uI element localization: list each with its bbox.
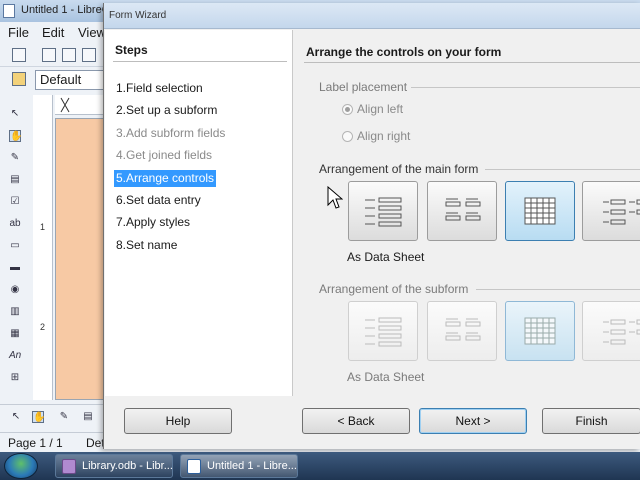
vertical-ruler: 1 2 — [33, 95, 53, 400]
list-box-icon[interactable]: ▥ — [9, 306, 21, 318]
control-wizard-icon[interactable]: ✎ — [9, 152, 21, 164]
start-button[interactable] — [4, 453, 38, 479]
back-button[interactable]: < Back — [302, 408, 410, 434]
help-button[interactable]: Help — [124, 408, 232, 434]
data-sheet-icon — [524, 317, 556, 345]
combo-box-icon[interactable]: ▦ — [9, 328, 21, 340]
paragraph-style-box[interactable]: Default — [35, 70, 105, 90]
design-mode-icon[interactable]: ✋ — [32, 411, 45, 423]
sub-layout-data-sheet-button — [505, 301, 575, 361]
ruler-number-1: 1 — [40, 222, 46, 232]
step-set-name[interactable]: 8.Set name — [114, 237, 179, 254]
sub-layout-columnar-labels-top-button — [427, 301, 497, 361]
sub-layout-caption: As Data Sheet — [347, 370, 425, 384]
new-document-icon[interactable] — [12, 48, 26, 62]
main-form-arrangement-label: Arrangement of the main form — [319, 162, 479, 176]
subform-arrangement-label: Arrangement of the subform — [319, 282, 469, 296]
more-controls-icon[interactable]: ⊞ — [9, 372, 21, 384]
data-sheet-icon — [524, 197, 556, 225]
wizard-content: Arrange the controls on your form Label … — [294, 30, 640, 396]
step-apply-styles[interactable]: 7.Apply styles — [114, 214, 192, 231]
step-set-up-subform[interactable]: 2.Set up a subform — [114, 102, 219, 119]
option-button-icon[interactable]: ◉ — [9, 284, 21, 296]
content-title: Arrange the controls on your form — [306, 45, 502, 59]
next-button[interactable]: Next > — [419, 408, 527, 434]
step-arrange-controls[interactable]: 5.Arrange controls — [114, 170, 217, 187]
align-left-radio[interactable] — [342, 104, 353, 115]
select-icon[interactable]: ↖ — [9, 108, 21, 120]
blocks-labels-left-icon — [603, 319, 640, 345]
design-mode-icon[interactable]: ✋ — [9, 130, 22, 142]
form-design-toolbar: ↖ ✋ ✎ ▤ — [0, 404, 105, 430]
align-right-label[interactable]: Align right — [357, 129, 410, 143]
status-extra: Det — [86, 436, 105, 450]
sub-layout-columnar-labels-left-button — [348, 301, 418, 361]
horizontal-ruler — [55, 95, 105, 115]
wizard-icon[interactable]: ✎ — [58, 411, 70, 423]
status-bar: Page 1 / 1 Det — [0, 432, 105, 452]
taskbar-item-library[interactable]: Library.odb - Libr... — [55, 454, 173, 478]
styles-icon[interactable] — [12, 72, 26, 86]
steps-pane: Steps 1.Field selection 2.Set up a subfo… — [105, 30, 293, 396]
push-button-icon[interactable]: ▬ — [9, 262, 21, 274]
mail-icon[interactable] — [82, 48, 96, 62]
label-placement-line — [411, 87, 640, 88]
columnar-labels-left-icon — [365, 197, 402, 227]
steps-header: Steps — [115, 43, 148, 57]
main-form-arrangement-line — [485, 169, 640, 170]
ruler-number-2: 2 — [40, 322, 46, 332]
subform-arrangement-line — [476, 289, 640, 290]
save-icon[interactable] — [62, 48, 76, 62]
form-icon[interactable]: ▤ — [9, 174, 21, 186]
taskbar-item-label: Library.odb - Libr... — [82, 460, 173, 472]
columnar-labels-top-icon — [445, 198, 481, 221]
writer-menubar: File Edit View — [0, 23, 106, 41]
mouse-cursor-icon — [327, 186, 343, 209]
taskbar-item-writer[interactable]: Untitled 1 - Libre... — [180, 454, 298, 478]
writer-document-icon — [3, 4, 15, 18]
menu-edit[interactable]: Edit — [42, 25, 64, 40]
blocks-labels-left-icon — [603, 199, 640, 225]
main-layout-blocks-labels-left-button[interactable] — [582, 181, 640, 241]
tab-stop-icon — [60, 97, 70, 113]
dialog-title: Form Wizard — [109, 10, 167, 21]
main-layout-caption: As Data Sheet — [347, 250, 425, 264]
dialog-titlebar[interactable]: Form Wizard — [104, 3, 640, 29]
text-box-icon[interactable]: ab — [9, 218, 21, 230]
form-navigator-icon[interactable]: ▤ — [82, 411, 94, 423]
step-field-selection[interactable]: 1.Field selection — [114, 80, 205, 97]
main-layout-columnar-labels-top-button[interactable] — [427, 181, 497, 241]
select-icon[interactable]: ↖ — [10, 411, 22, 423]
align-left-label[interactable]: Align left — [357, 102, 403, 116]
steps-divider — [113, 61, 287, 62]
page-count: Page 1 / 1 — [8, 436, 63, 450]
standard-toolbar — [0, 43, 105, 67]
form-wizard-dialog: Form Wizard Steps 1.Field selection 2.Se… — [103, 3, 640, 449]
taskbar: Library.odb - Libr... Untitled 1 - Libre… — [0, 452, 640, 480]
checkbox-icon[interactable]: ☑ — [9, 196, 21, 208]
label-placement-label: Label placement — [319, 80, 408, 94]
sub-layout-blocks-labels-left-button — [582, 301, 640, 361]
main-layout-data-sheet-button[interactable] — [505, 181, 575, 241]
writer-document-icon — [187, 459, 201, 474]
align-right-radio[interactable] — [342, 131, 353, 142]
base-database-icon — [62, 459, 76, 474]
main-layout-columnar-labels-left-button[interactable] — [348, 181, 418, 241]
menu-file[interactable]: File — [8, 25, 29, 40]
step-set-data-entry[interactable]: 6.Set data entry — [114, 192, 203, 209]
form-controls-toolbar: ↖ ✋ ✎ ▤ ☑ ab ▭ ▬ ◉ ▥ ▦ An ⊞ — [3, 100, 27, 400]
taskbar-item-label: Untitled 1 - Libre... — [207, 460, 297, 472]
columnar-labels-left-icon — [365, 317, 402, 347]
formatted-field-icon[interactable]: ▭ — [9, 240, 21, 252]
writer-title: Untitled 1 - LibreOff — [21, 4, 117, 16]
menu-view[interactable]: View — [78, 25, 106, 40]
document-page[interactable] — [55, 118, 105, 400]
finish-button[interactable]: Finish — [542, 408, 640, 434]
label-field-icon[interactable]: An — [9, 350, 21, 362]
columnar-labels-top-icon — [445, 318, 481, 341]
step-get-joined-fields: 4.Get joined fields — [116, 148, 213, 162]
open-icon[interactable] — [42, 48, 56, 62]
step-add-subform-fields: 3.Add subform fields — [116, 126, 226, 140]
content-divider — [304, 62, 640, 63]
